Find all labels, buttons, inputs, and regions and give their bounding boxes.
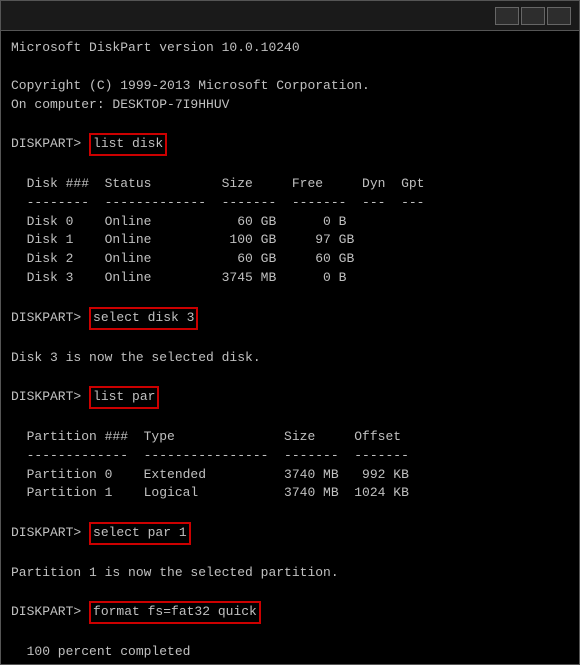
- prompt-text: DISKPART>: [11, 309, 89, 328]
- command-line: DISKPART> select disk 3: [11, 307, 569, 330]
- terminal-line: Disk 2 Online 60 GB 60 GB: [11, 250, 569, 269]
- maximize-button[interactable]: [521, 7, 545, 25]
- blank-line: [11, 367, 569, 386]
- terminal-line: Microsoft DiskPart version 10.0.10240: [11, 39, 569, 58]
- blank-line: [11, 114, 569, 133]
- terminal-line: Disk 1 Online 100 GB 97 GB: [11, 231, 569, 250]
- terminal-line: Disk 0 Online 60 GB 0 B: [11, 213, 569, 232]
- terminal-line: Disk 3 is now the selected disk.: [11, 349, 569, 368]
- terminal-content: Microsoft DiskPart version 10.0.10240 Cop…: [11, 39, 569, 665]
- blank-line: [11, 624, 569, 643]
- blank-line: [11, 583, 569, 602]
- blank-line: [11, 409, 569, 428]
- terminal-line: 100 percent completed: [11, 643, 569, 662]
- blank-line: [11, 288, 569, 307]
- blank-line: [11, 330, 569, 349]
- prompt-text: DISKPART>: [11, 135, 89, 154]
- blank-line: [11, 58, 569, 77]
- blank-line: [11, 503, 569, 522]
- blank-line: [11, 156, 569, 175]
- terminal-line: On computer: DESKTOP-7I9HHUV: [11, 96, 569, 115]
- prompt-text: DISKPART>: [11, 603, 89, 622]
- command-text: select par 1: [89, 522, 191, 545]
- title-bar: [0, 0, 580, 30]
- command-text: list par: [89, 386, 159, 409]
- command-line: DISKPART> list par: [11, 386, 569, 409]
- command-text: select disk 3: [89, 307, 198, 330]
- title-bar-controls: [495, 7, 571, 25]
- blank-line: [11, 545, 569, 564]
- command-text: list disk: [89, 133, 167, 156]
- minimize-button[interactable]: [495, 7, 519, 25]
- close-button[interactable]: [547, 7, 571, 25]
- terminal-line: ------------- ---------------- ------- -…: [11, 447, 569, 466]
- command-line: DISKPART> list disk: [11, 133, 569, 156]
- terminal-line: -------- ------------- ------- ------- -…: [11, 194, 569, 213]
- prompt-text: DISKPART>: [11, 524, 89, 543]
- terminal-line: Disk ### Status Size Free Dyn Gpt: [11, 175, 569, 194]
- prompt-text: DISKPART>: [11, 388, 89, 407]
- terminal-line: Partition 1 Logical 3740 MB 1024 KB: [11, 484, 569, 503]
- terminal-line: Partition 0 Extended 3740 MB 992 KB: [11, 466, 569, 485]
- terminal-line: Partition ### Type Size Offset: [11, 428, 569, 447]
- command-line: DISKPART> select par 1: [11, 522, 569, 545]
- terminal-line: Partition 1 is now the selected partitio…: [11, 564, 569, 583]
- terminal-line: Disk 3 Online 3745 MB 0 B: [11, 269, 569, 288]
- terminal-line: Copyright (C) 1999-2013 Microsoft Corpor…: [11, 77, 569, 96]
- command-text: format fs=fat32 quick: [89, 601, 261, 624]
- terminal-window: Microsoft DiskPart version 10.0.10240 Cop…: [0, 30, 580, 665]
- command-line: DISKPART> format fs=fat32 quick: [11, 601, 569, 624]
